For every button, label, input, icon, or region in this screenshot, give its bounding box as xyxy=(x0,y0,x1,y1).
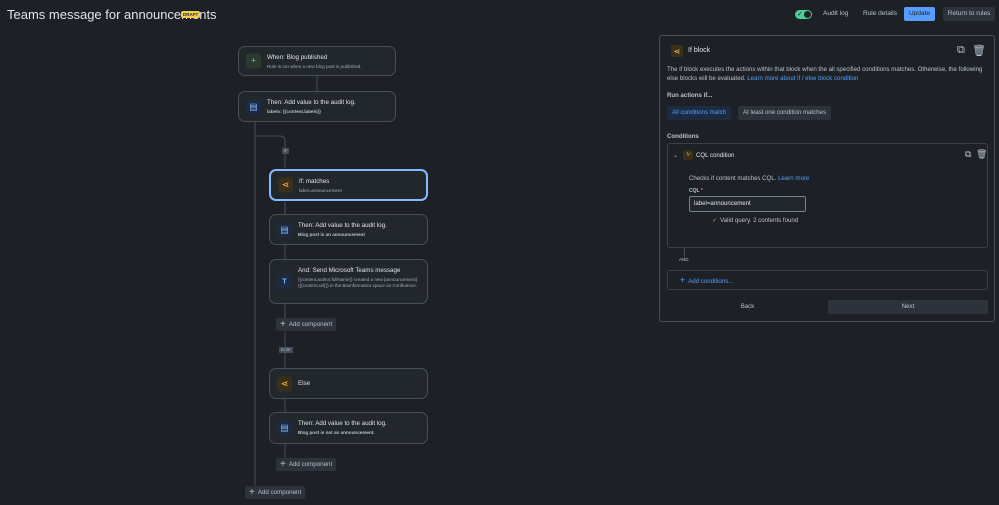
add-component-button[interactable]: + Add component xyxy=(245,486,306,499)
document-icon: ▤ xyxy=(277,420,292,436)
branch-icon: ⋖ xyxy=(671,45,683,57)
action-subtitle: {{content.author.fullName}} created a ne… xyxy=(298,277,418,288)
add-component-button[interactable]: + Add component xyxy=(276,318,337,331)
condition-title: CQL condition xyxy=(696,152,735,159)
trigger-subtitle: Rule is run when a new blog post is publ… xyxy=(267,64,362,69)
branch-icon: ⋖ xyxy=(278,177,293,193)
if-condition-node[interactable]: ⋖ If: matches label=announcement xyxy=(269,169,428,201)
action-title: Then: Add value to the audit log. xyxy=(298,420,387,427)
next-button[interactable]: Next xyxy=(828,300,988,314)
check-icon: ✓ xyxy=(712,217,718,224)
trash-icon[interactable]: 🗑 xyxy=(972,44,986,57)
any-condition-option[interactable]: At least one condition matches xyxy=(738,106,831,120)
cql-icon: ⅟ xyxy=(683,150,693,160)
panel-title: If block xyxy=(688,47,711,54)
validation-message: ✓ Valid query. 2 contents found xyxy=(712,217,799,224)
trash-icon[interactable]: 🗑 xyxy=(976,149,987,160)
if-tag: IF xyxy=(282,148,290,154)
action-title: Then: Add value to the audit log. xyxy=(267,99,356,106)
cql-input[interactable]: label=announcement xyxy=(689,196,806,212)
if-title: If: matches xyxy=(299,178,330,185)
cql-condition-card: ⌄ ⅟ CQL condition ⧉ 🗑 Checks if content … xyxy=(667,143,988,248)
back-button[interactable]: Back xyxy=(667,300,828,314)
audit-log-node[interactable]: ▤ Then: Add value to the audit log. Blog… xyxy=(269,412,428,444)
trigger-title: When: Blog published xyxy=(267,54,328,61)
plus-icon: + xyxy=(680,275,686,285)
teams-icon: T xyxy=(277,274,292,289)
action-title: Then: Add value to the audit log. xyxy=(298,222,387,229)
else-node[interactable]: ⋖ Else xyxy=(269,368,428,399)
action-title: And: Send Microsoft Teams message xyxy=(298,267,401,274)
and-label: AND xyxy=(679,257,689,262)
run-actions-label: Run actions if... xyxy=(667,92,713,99)
audit-log-node[interactable]: ▤ Then: Add value to the audit log. Blog… xyxy=(269,214,428,245)
conditions-label: Conditions xyxy=(667,133,699,140)
action-subtitle: labels: {{content.labels}} xyxy=(267,109,321,114)
plus-icon: + xyxy=(249,486,255,498)
document-icon: ▤ xyxy=(277,222,292,237)
add-component-button[interactable]: + Add component xyxy=(276,458,337,471)
else-title: Else xyxy=(298,380,311,387)
learn-more-link[interactable]: Learn more about if / else block conditi… xyxy=(747,75,858,82)
plus-icon: + xyxy=(246,53,261,69)
if-block-panel: ⋖ If block ⧉ 🗑 The if block executes the… xyxy=(659,35,995,322)
condition-description: Checks if content matches CQL. Learn mor… xyxy=(689,175,810,182)
cql-field-label: CQL * xyxy=(689,188,703,194)
learn-more-link[interactable]: Learn more xyxy=(778,175,809,182)
chevron-down-icon[interactable]: ⌄ xyxy=(673,152,678,159)
copy-icon[interactable]: ⧉ xyxy=(957,44,965,57)
teams-message-node[interactable]: T And: Send Microsoft Teams message {{co… xyxy=(269,259,428,304)
else-tag: ELSE xyxy=(279,347,293,353)
all-conditions-option[interactable]: All conditions match xyxy=(667,106,732,120)
plus-icon: + xyxy=(280,318,286,330)
action-subtitle: Blog post is an announcement xyxy=(298,232,365,237)
trigger-node[interactable]: + When: Blog published Rule is run when … xyxy=(238,46,396,76)
if-subtitle: label=announcement xyxy=(299,188,342,193)
audit-log-node[interactable]: ▤ Then: Add value to the audit log. labe… xyxy=(238,91,396,122)
copy-icon[interactable]: ⧉ xyxy=(965,149,971,160)
branch-icon: ⋖ xyxy=(277,376,292,391)
document-icon: ▤ xyxy=(246,99,261,114)
plus-icon: + xyxy=(280,458,286,470)
panel-description: The if block executes the actions within… xyxy=(667,66,983,82)
add-conditions-button[interactable]: + Add conditions... xyxy=(667,270,988,290)
action-subtitle: Blog post is not an announcement. xyxy=(298,430,375,435)
